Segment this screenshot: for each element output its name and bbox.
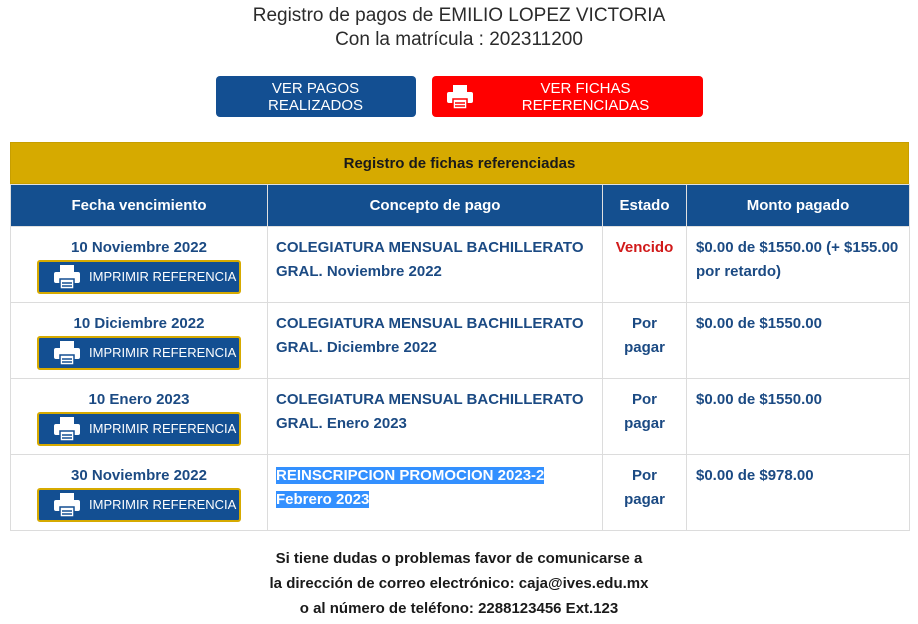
printer-icon xyxy=(53,340,81,366)
student-id-heading: Con la matrícula : 202311200 xyxy=(335,29,583,50)
fecha-value: 10 Diciembre 2022 xyxy=(73,315,205,332)
fecha-cell: 10 Noviembre 2022 IMPRIMIR REFERENCIA xyxy=(10,226,268,303)
status-badge: Por xyxy=(631,315,657,332)
printer-icon xyxy=(53,416,81,442)
imprimir-referencia-label: IMPRIMIR REFERENCIA xyxy=(89,269,237,284)
fecha-cell: 10 Enero 2023 IMPRIMIR REFERENCIA xyxy=(10,378,268,455)
ver-fichas-label: VER FICHAS REFERENCIADAS xyxy=(521,79,650,114)
fecha-value: 10 Enero 2023 xyxy=(88,391,190,408)
monto-cell: $0.00 de $1550.00 (+ $155.00 por retardo… xyxy=(686,226,910,303)
status-badge-line2: pagar xyxy=(624,491,665,508)
footer-line2: la dirección de correo electrónico: caja… xyxy=(269,575,649,592)
fecha-value: 10 Noviembre 2022 xyxy=(71,239,207,256)
table-row: 10 Enero 2023 IMPRIMIR REFERENCIA COLEGI… xyxy=(10,378,910,455)
concepto-line1-selected: REINSCRIPCION PROMOCION 2023-2 xyxy=(276,467,545,484)
footer-line1: Si tiene dudas o problemas favor de comu… xyxy=(275,550,643,567)
fecha-cell: 10 Diciembre 2022 IMPRIMIR REFERENCIA xyxy=(10,302,268,379)
ver-fichas-button[interactable]: VER FICHAS REFERENCIADAS xyxy=(431,76,703,117)
contact-footer: Si tiene dudas o problemas favor de comu… xyxy=(0,546,918,621)
concepto-line2: GRAL. Diciembre 2022 xyxy=(276,339,437,356)
student-name-heading: Registro de pagos de EMILIO LOPEZ VICTOR… xyxy=(252,5,666,26)
status-badge-line2: pagar xyxy=(624,339,665,356)
column-header-concepto: Concepto de pago xyxy=(267,184,603,227)
imprimir-referencia-button[interactable]: IMPRIMIR REFERENCIA xyxy=(37,412,241,446)
concepto-cell: COLEGIATURA MENSUAL BACHILLERATO GRAL. N… xyxy=(267,226,603,303)
concepto-line1: COLEGIATURA MENSUAL BACHILLERATO xyxy=(276,391,584,408)
printer-icon xyxy=(53,264,81,290)
fecha-value: 30 Noviembre 2022 xyxy=(71,467,207,484)
status-badge: Por xyxy=(631,391,657,408)
concepto-line1: COLEGIATURA MENSUAL BACHILLERATO xyxy=(276,315,584,332)
concepto-cell: COLEGIATURA MENSUAL BACHILLERATO GRAL. D… xyxy=(267,302,603,379)
concepto-line2: GRAL. Noviembre 2022 xyxy=(276,263,442,280)
estado-cell: Vencido xyxy=(602,226,687,303)
footer-line3: o al número de teléfono: 2288123456 Ext.… xyxy=(299,600,619,617)
monto-cell: $0.00 de $978.00 xyxy=(686,454,910,531)
concepto-line1: COLEGIATURA MENSUAL BACHILLERATO xyxy=(276,239,584,256)
fichas-table: Fecha vencimiento Concepto de pago Estad… xyxy=(10,184,910,531)
page-header: Registro de pagos de EMILIO LOPEZ VICTOR… xyxy=(0,0,918,52)
table-caption: Registro de fichas referenciadas xyxy=(10,142,909,184)
column-header-estado: Estado xyxy=(602,184,687,227)
imprimir-referencia-label: IMPRIMIR REFERENCIA xyxy=(89,421,237,436)
table-row: 10 Diciembre 2022 IMPRIMIR REFERENCIA CO… xyxy=(10,302,910,379)
ver-pagos-button[interactable]: VER PAGOS REALIZADOS xyxy=(215,76,416,117)
table-row: 10 Noviembre 2022 IMPRIMIR REFERENCIA CO… xyxy=(10,226,910,303)
action-buttons: VER PAGOS REALIZADOS VER FICHAS REFERENC… xyxy=(0,76,918,117)
column-header-fecha: Fecha vencimiento xyxy=(10,184,268,227)
status-badge: Por xyxy=(631,467,657,484)
imprimir-referencia-button[interactable]: IMPRIMIR REFERENCIA xyxy=(37,260,241,294)
column-header-monto: Monto pagado xyxy=(686,184,910,227)
status-badge-line2: pagar xyxy=(624,415,665,432)
estado-cell: Por pagar xyxy=(602,378,687,455)
status-badge: Vencido xyxy=(615,239,674,256)
monto-cell: $0.00 de $1550.00 xyxy=(686,378,910,455)
table-row: 30 Noviembre 2022 IMPRIMIR REFERENCIA RE… xyxy=(10,454,910,531)
printer-icon xyxy=(446,84,474,110)
concepto-cell: REINSCRIPCION PROMOCION 2023-2 Febrero 2… xyxy=(267,454,603,531)
imprimir-referencia-label: IMPRIMIR REFERENCIA xyxy=(89,345,237,360)
monto-cell: $0.00 de $1550.00 xyxy=(686,302,910,379)
concepto-line2-selected: Febrero 2023 xyxy=(276,491,370,508)
imprimir-referencia-label: IMPRIMIR REFERENCIA xyxy=(89,497,237,512)
fichas-table-container: Registro de fichas referenciadas Fecha v… xyxy=(10,142,910,531)
printer-icon xyxy=(53,492,81,518)
fecha-cell: 30 Noviembre 2022 IMPRIMIR REFERENCIA xyxy=(10,454,268,531)
table-header-row: Fecha vencimiento Concepto de pago Estad… xyxy=(10,184,910,227)
estado-cell: Por pagar xyxy=(602,454,687,531)
imprimir-referencia-button[interactable]: IMPRIMIR REFERENCIA xyxy=(37,488,241,522)
imprimir-referencia-button[interactable]: IMPRIMIR REFERENCIA xyxy=(37,336,241,370)
concepto-line2: GRAL. Enero 2023 xyxy=(276,415,407,432)
estado-cell: Por pagar xyxy=(602,302,687,379)
concepto-cell: COLEGIATURA MENSUAL BACHILLERATO GRAL. E… xyxy=(267,378,603,455)
